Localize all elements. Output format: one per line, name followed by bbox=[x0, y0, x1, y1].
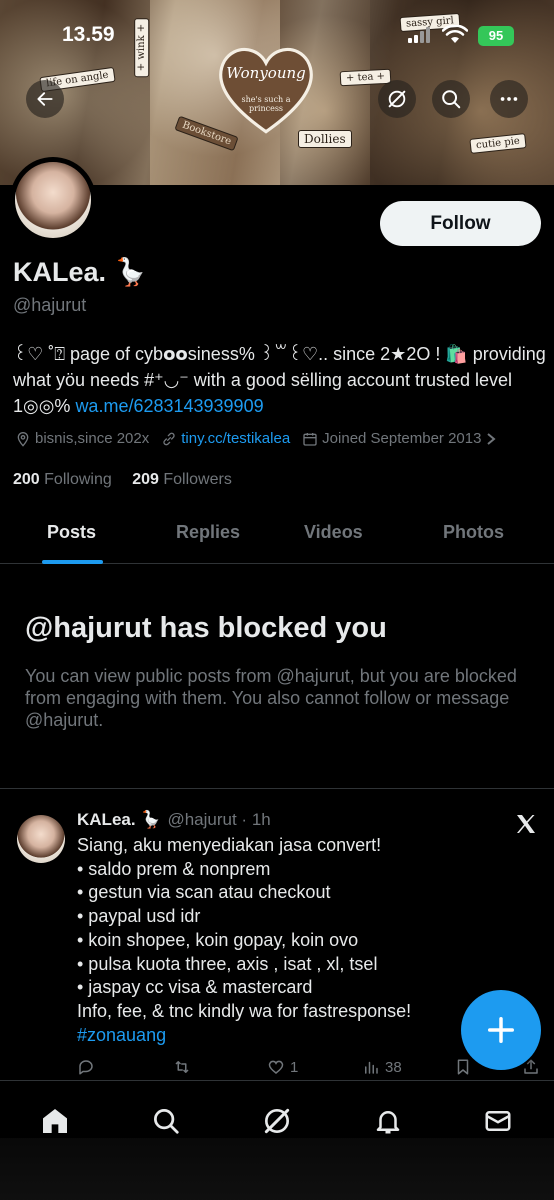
status-time: 13.59 bbox=[62, 23, 115, 46]
post-line: • gestun via scan atau checkout bbox=[77, 882, 331, 903]
search-button[interactable] bbox=[432, 80, 470, 118]
more-icon bbox=[500, 97, 518, 101]
nav-home[interactable] bbox=[35, 1101, 75, 1141]
profile-handle: @hajurut bbox=[13, 295, 87, 315]
post-body: Siang, aku menyediakan jasa convert! • s… bbox=[77, 834, 477, 1047]
cellular-signal-icon bbox=[408, 27, 430, 43]
post-line: • jaspay cc visa & mastercard bbox=[77, 977, 313, 998]
following-link[interactable]: 200 Following bbox=[13, 471, 112, 488]
like-button[interactable]: 1 bbox=[267, 1058, 298, 1076]
more-button[interactable] bbox=[490, 80, 528, 118]
followers-count: 209 bbox=[132, 471, 159, 488]
follow-button[interactable]: Follow bbox=[380, 201, 541, 246]
divider bbox=[0, 788, 554, 789]
calendar-icon bbox=[303, 432, 317, 446]
grok-button[interactable] bbox=[378, 80, 416, 118]
status-bar: 13.59 95 bbox=[0, 0, 554, 70]
profile-avatar[interactable] bbox=[10, 157, 96, 243]
search-icon bbox=[154, 1109, 179, 1134]
location-item: bisnis,since 202x bbox=[15, 430, 149, 447]
search-icon bbox=[442, 90, 461, 109]
bookmark-button[interactable] bbox=[455, 1058, 476, 1076]
battery-indicator: 95 bbox=[478, 26, 514, 46]
following-count: 200 bbox=[13, 471, 40, 488]
tab-replies[interactable]: Replies bbox=[176, 522, 240, 543]
post-line: • pulsa kuota three, axis , isat , xl, t… bbox=[77, 953, 378, 974]
active-tab-indicator bbox=[42, 560, 103, 564]
post-line: Siang, aku menyediakan jasa convert! bbox=[77, 835, 382, 855]
repost-icon bbox=[175, 1061, 189, 1073]
post-author-meta: @hajurut · 1h bbox=[167, 810, 271, 829]
post-actions: 1 38 bbox=[77, 1058, 542, 1080]
nav-grok[interactable] bbox=[257, 1101, 297, 1141]
website-link[interactable]: tiny.cc/testikalea bbox=[181, 430, 290, 447]
views-icon bbox=[365, 1061, 378, 1074]
post-line: • paypal usd idr bbox=[77, 906, 201, 927]
nav-messages[interactable] bbox=[478, 1101, 518, 1141]
blocked-title: @hajurut has blocked you bbox=[25, 612, 387, 644]
reply-button[interactable] bbox=[77, 1058, 100, 1076]
joined-text: Joined September 2013 bbox=[322, 430, 482, 447]
post-hashtag[interactable]: #zonauang bbox=[77, 1024, 477, 1048]
tab-posts[interactable]: Posts bbox=[47, 522, 96, 543]
back-button[interactable] bbox=[26, 80, 64, 118]
grok-icon bbox=[388, 90, 406, 108]
location-icon bbox=[17, 431, 29, 447]
profile-name: KALea. 🪿 bbox=[13, 257, 148, 287]
post-header: KALea. 🪿 @hajurut · 1h bbox=[77, 810, 271, 830]
bell-icon bbox=[376, 1111, 400, 1134]
heart-icon bbox=[268, 1060, 284, 1074]
like-count: 1 bbox=[290, 1058, 299, 1076]
mail-icon bbox=[485, 1111, 511, 1131]
arrow-left-icon bbox=[37, 92, 53, 106]
home-icon bbox=[43, 1109, 67, 1133]
website-item[interactable]: tiny.cc/testikalea bbox=[161, 430, 290, 447]
post-line: Info, fee, & tnc kindly wa for fastrespo… bbox=[77, 1000, 412, 1021]
post-avatar[interactable] bbox=[17, 815, 65, 863]
reply-icon bbox=[79, 1060, 93, 1075]
profile-bio: ꒰♡ ˚⍰ page of cyb𝗼𝗼siness% ꒱꒳꒰♡.. since … bbox=[13, 341, 548, 419]
tab-videos[interactable]: Videos bbox=[304, 522, 363, 543]
link-icon bbox=[163, 432, 175, 445]
post-line: • saldo prem & nonprem bbox=[77, 858, 271, 879]
profile-meta: bisnis,since 202x tiny.cc/testikalea Joi… bbox=[15, 430, 513, 447]
post-author-name[interactable]: KALea. 🪿 bbox=[77, 810, 161, 829]
repost-button[interactable] bbox=[172, 1058, 197, 1076]
followers-link[interactable]: 209 Followers bbox=[132, 471, 232, 488]
heart-subtitle: she's such a princess bbox=[241, 95, 291, 113]
views-button[interactable]: 38 bbox=[362, 1058, 402, 1076]
bookmark-icon bbox=[457, 1059, 469, 1075]
x-logo-icon bbox=[517, 815, 535, 833]
nav-notifications[interactable] bbox=[368, 1101, 408, 1141]
follow-counts: 200 Following 209 Followers bbox=[13, 471, 232, 489]
compose-button[interactable] bbox=[461, 990, 541, 1070]
plus-icon bbox=[488, 1017, 514, 1043]
location-text: bisnis,since 202x bbox=[35, 430, 150, 447]
chevron-right-icon bbox=[487, 432, 497, 445]
following-label: Following bbox=[44, 471, 112, 488]
blocked-description: You can view public posts from @hajurut,… bbox=[25, 666, 517, 730]
grok-icon bbox=[264, 1108, 290, 1134]
post-line: • koin shopee, koin gopay, koin ovo bbox=[77, 929, 359, 950]
nav-search[interactable] bbox=[146, 1101, 186, 1141]
tab-photos[interactable]: Photos bbox=[443, 522, 504, 543]
home-indicator-area bbox=[0, 1138, 554, 1200]
view-count: 38 bbox=[385, 1058, 402, 1076]
followers-label: Followers bbox=[163, 471, 232, 488]
joined-item: Joined September 2013 bbox=[302, 430, 501, 447]
bio-link[interactable]: wa.me/6283143939909 bbox=[75, 396, 263, 416]
wifi-icon bbox=[442, 25, 468, 43]
profile-tabs: Posts Replies Videos Photos bbox=[0, 506, 554, 564]
